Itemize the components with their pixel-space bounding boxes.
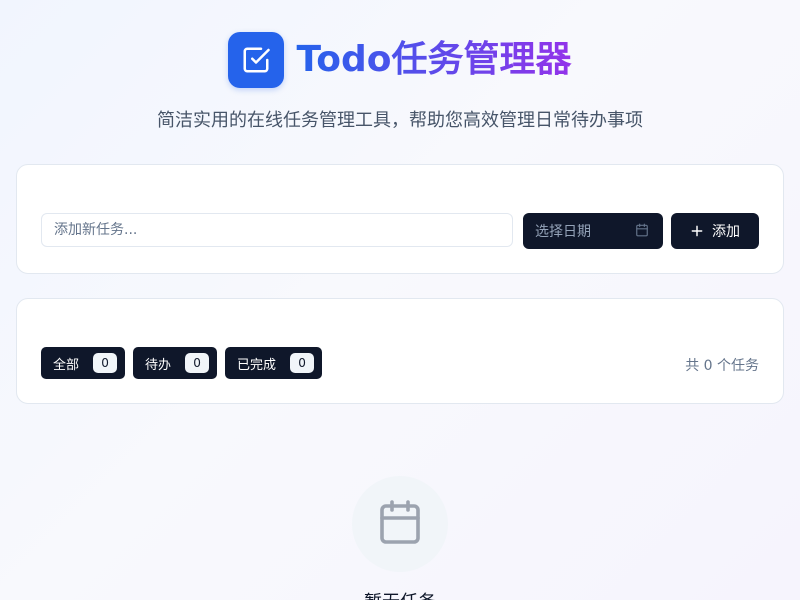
filter-all-button[interactable]: 全部 0 (41, 347, 126, 379)
add-task-button[interactable]: 添加 (671, 213, 759, 249)
calendar-icon (635, 222, 649, 241)
count-badge: 0 (290, 353, 315, 373)
count-badge: 0 (93, 353, 118, 373)
date-picker-button[interactable]: 选择日期 (523, 213, 663, 249)
new-task-input[interactable] (41, 213, 513, 247)
filter-completed-button[interactable]: 已完成 0 (225, 347, 323, 379)
app-header: Todo任务管理器 (0, 32, 800, 88)
empty-state-icon-wrapper (352, 476, 448, 572)
add-task-label: 添加 (712, 224, 740, 240)
count-badge: 0 (185, 353, 210, 373)
plus-icon (690, 221, 704, 241)
filter-tabs: 全部 0 待办 0 已完成 0 (41, 347, 323, 379)
filter-pending-button[interactable]: 待办 0 (133, 347, 218, 379)
check-square-icon (228, 32, 285, 88)
filter-label: 待办 (145, 357, 172, 373)
filter-card: 全部 0 待办 0 已完成 0 共 0 个任务 (16, 298, 784, 404)
page-subtitle: 简洁实用的在线任务管理工具，帮助您高效管理日常待办事项 (157, 110, 643, 131)
page-title: Todo任务管理器 (296, 32, 571, 88)
add-task-card: 选择日期 添加 (16, 164, 784, 274)
filter-label: 全部 (53, 357, 80, 373)
calendar-icon (376, 498, 424, 550)
filter-label: 已完成 (237, 357, 277, 373)
task-total-count: 共 0 个任务 (685, 358, 759, 374)
date-picker-label: 选择日期 (535, 224, 591, 240)
empty-state-text: 暂无任务 (0, 588, 800, 600)
